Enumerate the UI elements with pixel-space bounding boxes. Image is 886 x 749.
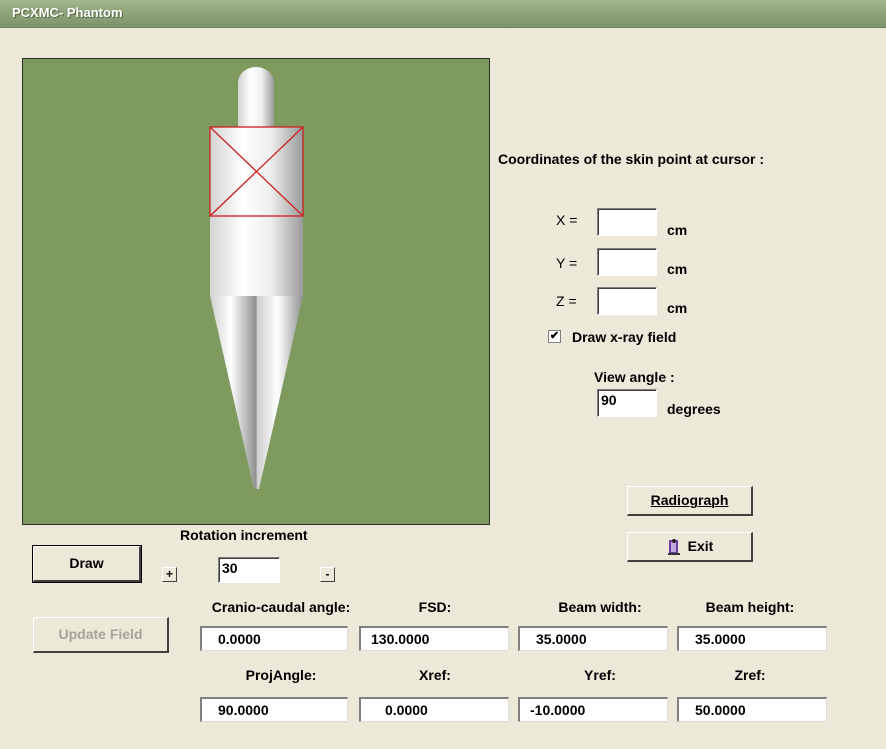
beam-width-field[interactable]: 35.0000 [518, 626, 668, 651]
fsd-field[interactable]: 130.0000 [359, 626, 509, 651]
y-label: Y = [556, 255, 578, 271]
z-unit: cm [667, 300, 688, 316]
x-coordinate-field[interactable] [597, 208, 657, 236]
exit-button-label: Exit [687, 538, 714, 554]
rotation-increase-button[interactable]: + [162, 567, 177, 582]
rotation-increment-label: Rotation increment [180, 527, 308, 543]
coordinates-heading: Coordinates of the skin point at cursor … [498, 151, 765, 167]
zref-field[interactable]: 50.0000 [677, 697, 827, 722]
proj-angle-field[interactable]: 90.0000 [200, 697, 348, 722]
draw-xray-field-label: Draw x-ray field [572, 329, 677, 345]
view-angle-input[interactable]: 90 [597, 389, 657, 417]
phantom-legs [210, 296, 303, 489]
phantom-canvas[interactable] [22, 58, 490, 525]
view-angle-label: View angle : [594, 369, 675, 385]
draw-xray-field-checkbox[interactable]: ✔ [548, 330, 561, 343]
exit-icon [666, 538, 682, 556]
cranio-caudal-angle-label: Cranio-caudal angle: [211, 599, 351, 615]
fsd-label: FSD: [418, 599, 452, 615]
view-angle-unit: degrees [667, 401, 721, 417]
phantom-head [238, 67, 274, 127]
rotation-increment-input[interactable]: 30 [218, 557, 280, 583]
xref-field[interactable]: 0.0000 [359, 697, 509, 722]
y-coordinate-field[interactable] [597, 248, 657, 276]
z-label: Z = [556, 293, 577, 309]
yref-label: Yref: [584, 667, 616, 683]
x-label: X = [556, 212, 578, 228]
beam-height-label: Beam height: [705, 599, 795, 615]
proj-angle-label: ProjAngle: [245, 667, 317, 683]
rotation-decrease-button[interactable]: - [320, 567, 335, 582]
draw-button[interactable]: Draw [32, 545, 142, 583]
zref-label: Zref: [734, 667, 766, 683]
x-unit: cm [667, 222, 688, 238]
radiograph-button-label: Radiograph [650, 492, 729, 508]
beam-width-label: Beam width: [558, 599, 642, 615]
phantom-trunk [210, 126, 303, 296]
exit-button[interactable]: Exit [627, 532, 753, 562]
cranio-caudal-angle-field[interactable]: 0.0000 [200, 626, 348, 651]
phantom-drawing [209, 67, 304, 489]
yref-field[interactable]: -10.0000 [518, 697, 668, 722]
z-coordinate-field[interactable] [597, 287, 657, 315]
window-title: PCXMC- Phantom [12, 5, 123, 20]
radiograph-button[interactable]: Radiograph [627, 486, 753, 516]
title-bar[interactable]: PCXMC- Phantom [0, 0, 886, 28]
beam-height-field[interactable]: 35.0000 [677, 626, 827, 651]
xref-label: Xref: [419, 667, 451, 683]
y-unit: cm [667, 261, 688, 277]
update-field-button[interactable]: Update Field [33, 617, 169, 653]
